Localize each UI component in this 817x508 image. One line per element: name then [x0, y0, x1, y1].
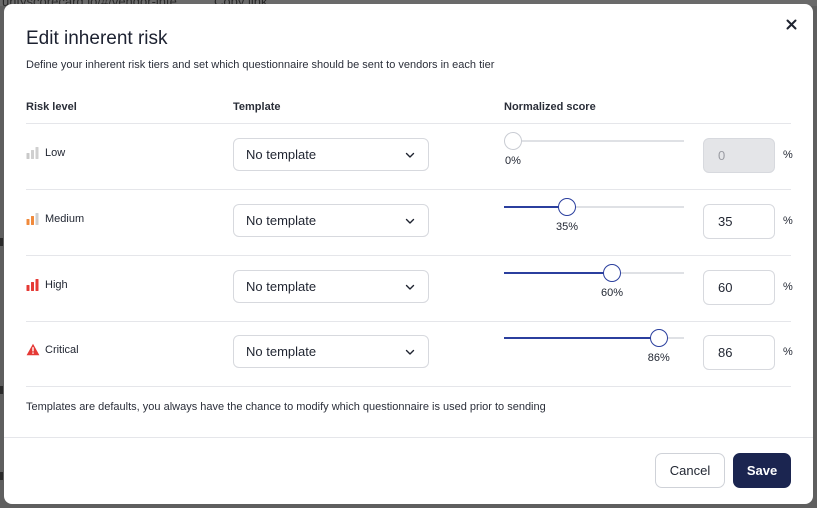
template-select-value: No template	[246, 213, 317, 228]
column-header-normalized-score: Normalized score	[504, 101, 596, 113]
risk-level: Critical	[26, 343, 79, 356]
score-slider[interactable]: 0%	[504, 124, 684, 190]
template-select[interactable]: No template	[233, 335, 429, 368]
risk-row-medium: Medium No template 35%%	[4, 190, 813, 256]
risk-row-low: Low No template 0%%	[4, 124, 813, 190]
template-select-value: No template	[246, 279, 317, 294]
slider-thumb[interactable]	[603, 264, 621, 282]
signal-high-icon	[26, 278, 39, 291]
risk-row-high: High No template 60%%	[4, 256, 813, 322]
divider	[26, 386, 791, 387]
slider-fill	[504, 337, 659, 339]
score-input[interactable]	[703, 270, 775, 305]
template-select[interactable]: No template	[233, 204, 429, 237]
close-icon	[786, 19, 796, 29]
warning-triangle-icon	[26, 343, 40, 356]
score-input[interactable]	[703, 335, 775, 370]
save-button[interactable]: Save	[733, 453, 791, 488]
signal-low-icon	[26, 146, 39, 159]
risk-level-label: Medium	[45, 212, 85, 225]
column-header-template: Template	[233, 101, 281, 113]
slider-value-label: 0%	[505, 155, 521, 167]
close-button[interactable]	[783, 16, 799, 32]
column-header-risk-level: Risk level	[26, 101, 77, 113]
slider-value-label: 86%	[647, 352, 670, 364]
score-input	[703, 138, 775, 173]
cancel-button[interactable]: Cancel	[655, 453, 725, 488]
score-slider[interactable]: 35%	[504, 190, 684, 256]
edit-inherent-risk-modal: Edit inherent risk Define your inherent …	[4, 4, 813, 504]
risk-level: Low	[26, 146, 65, 159]
risk-level: Medium	[26, 212, 84, 225]
risk-level-label: Critical	[45, 343, 79, 356]
score-slider[interactable]: 86%	[504, 321, 684, 387]
percent-unit: %	[783, 149, 793, 161]
risk-row-critical: Critical No template 86%%	[4, 321, 813, 387]
slider-value-label: 35%	[555, 221, 579, 233]
score-input[interactable]	[703, 204, 775, 239]
template-select[interactable]: No template	[233, 138, 429, 171]
slider-fill	[504, 272, 612, 274]
chevron-down-icon	[405, 152, 415, 158]
footnote-text: Templates are defaults, you always have …	[26, 401, 546, 413]
modal-title: Edit inherent risk	[26, 28, 168, 49]
slider-value-label: 60%	[600, 287, 624, 299]
footer-divider	[4, 437, 813, 438]
risk-level-label: Low	[45, 146, 66, 159]
background-fragment	[0, 472, 3, 480]
background-fragment	[0, 386, 3, 394]
slider-track[interactable]	[504, 140, 684, 142]
chevron-down-icon	[405, 284, 415, 290]
background-fragment	[0, 238, 3, 246]
template-select-value: No template	[246, 147, 317, 162]
slider-thumb[interactable]	[649, 329, 668, 347]
signal-medium-icon	[26, 212, 39, 225]
slider-thumb[interactable]	[558, 198, 576, 216]
percent-unit: %	[783, 281, 793, 293]
chevron-down-icon	[405, 218, 415, 224]
template-select-value: No template	[246, 344, 317, 359]
percent-unit: %	[783, 215, 793, 227]
template-select[interactable]: No template	[233, 270, 429, 303]
slider-thumb[interactable]	[504, 132, 522, 150]
chevron-down-icon	[405, 349, 415, 355]
risk-level: High	[26, 278, 68, 291]
score-slider[interactable]: 60%	[504, 256, 684, 322]
modal-subtitle: Define your inherent risk tiers and set …	[26, 59, 495, 71]
percent-unit: %	[783, 346, 793, 358]
risk-level-label: High	[45, 278, 68, 291]
